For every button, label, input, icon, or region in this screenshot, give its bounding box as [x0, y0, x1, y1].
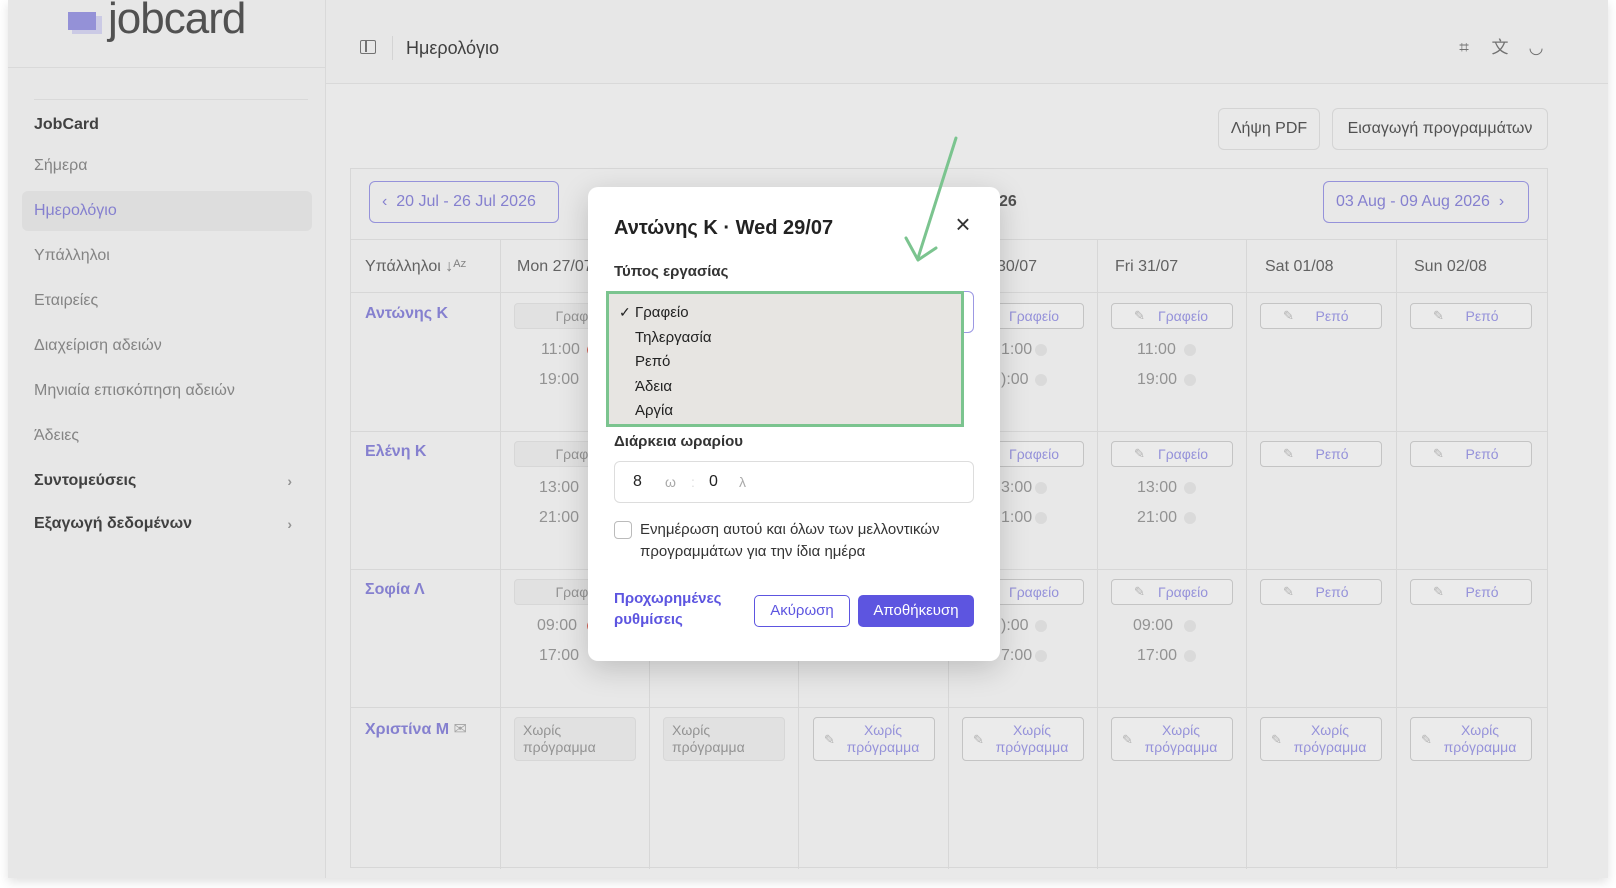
advanced-settings-link[interactable]: Προχωρημένες ρυθμίσεις	[614, 588, 744, 630]
duration-field: 8 ω : 0 λ	[614, 461, 974, 503]
cancel-button[interactable]: Ακύρωση	[754, 595, 850, 627]
option-office[interactable]: Γραφείο	[635, 304, 689, 321]
dialog-title: Αντώνης Κ · Wed 29/07	[614, 217, 834, 239]
hours-unit: ω	[665, 474, 676, 490]
check-icon: ✓	[619, 304, 631, 320]
work-type-dropdown: ✓ Γραφείο Τηλεργασία Ρεπό Άδεια Αργία	[606, 291, 964, 427]
option-holiday[interactable]: Αργία	[635, 402, 673, 419]
option-day-off[interactable]: Ρεπό	[635, 353, 670, 370]
option-remote[interactable]: Τηλεργασία	[635, 329, 712, 346]
separator: :	[691, 474, 695, 490]
minutes-input[interactable]: 0	[709, 473, 718, 491]
hours-input[interactable]: 8	[633, 473, 642, 491]
minutes-unit: λ	[739, 474, 746, 490]
annotation-arrow-icon	[904, 136, 958, 262]
app-window: jobcard JobCard Σήμερα Ημερολόγιο Υπάλλη…	[8, 0, 1608, 878]
save-button[interactable]: Αποθήκευση	[858, 595, 974, 627]
option-leave[interactable]: Άδεια	[635, 378, 672, 395]
update-future-checkbox[interactable]	[614, 521, 632, 539]
duration-label: Διάρκεια ωραρίου	[614, 433, 744, 450]
update-future-label: Ενημέρωση αυτού και όλων των μελλοντικών…	[640, 521, 940, 560]
work-type-label: Τύπος εργασίας	[614, 263, 729, 280]
